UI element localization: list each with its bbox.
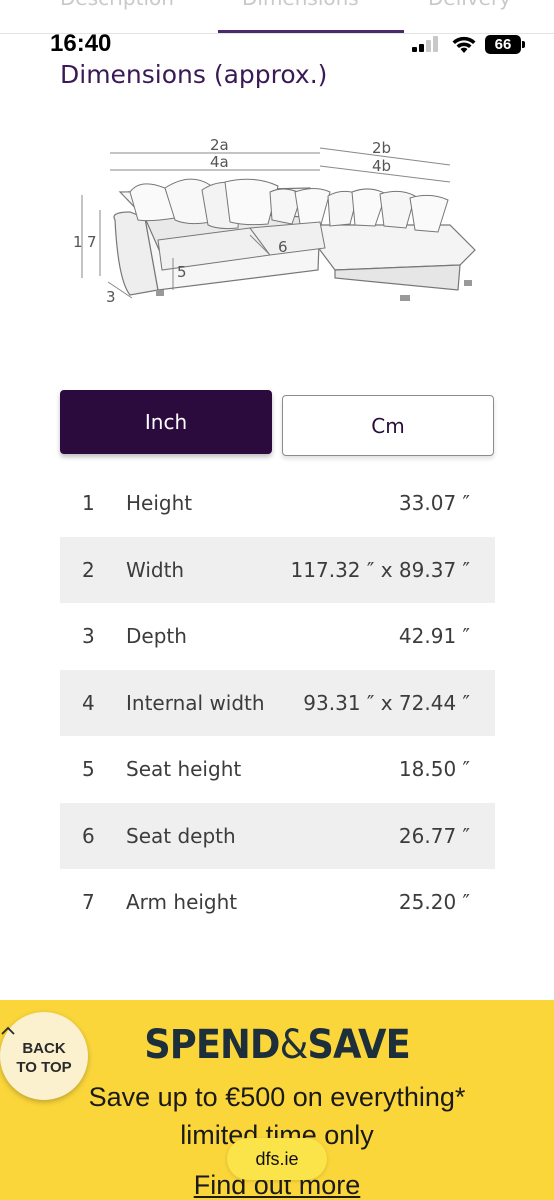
row-label: Height: [126, 491, 193, 516]
row-number: 7: [82, 890, 95, 915]
tab-description[interactable]: Description: [60, 0, 174, 10]
status-time: 16:40: [50, 30, 112, 57]
promo-headline: SPEND&SAVE: [22, 1022, 532, 1068]
back-to-top-line1: BACK: [22, 1040, 66, 1057]
row-label: Seat depth: [126, 823, 236, 848]
row-label: Seat height: [126, 757, 242, 782]
diagram-label-5: 5: [177, 263, 187, 281]
battery-icon: 66: [485, 35, 521, 54]
promo-headline-save: SAVE: [307, 1022, 410, 1068]
sofa-dimensions-diagram: 2a 4a 2b 4b 1 7 6 5 3: [73, 136, 476, 306]
back-to-top-button[interactable]: BACK TO TOP: [0, 1012, 88, 1100]
dimensions-title: Dimensions (approx.): [60, 60, 328, 89]
table-row: 4 Internal width 93.31 ″ x 72.44 ″: [60, 669, 495, 736]
battery-nub: [522, 41, 525, 48]
diagram-label-2b: 2b: [372, 139, 391, 157]
row-label: Width: [126, 557, 185, 582]
row-number: 1: [82, 491, 95, 516]
row-label: Arm height: [126, 890, 238, 915]
table-row: 3 Depth 42.91 ″: [60, 603, 495, 670]
row-value: 93.31 ″ x 72.44 ″: [303, 690, 470, 715]
diagram-label-4b: 4b: [372, 157, 391, 175]
row-number: 2: [82, 557, 95, 582]
row-value: 26.77 ″: [398, 823, 470, 848]
unit-cm-button[interactable]: Cm: [282, 395, 494, 456]
diagram-label-3: 3: [106, 288, 116, 306]
tab-dimensions[interactable]: Dimensions: [242, 0, 359, 10]
diagram-label-6: 6: [278, 238, 288, 256]
row-number: 5: [82, 757, 95, 782]
dimensions-table: 1 Height 33.07 ″ 2 Width 117.32 ″ x 89.3…: [60, 470, 495, 936]
diagram-label-4a: 4a: [210, 153, 229, 171]
row-value: 117.32 ″ x 89.37 ″: [290, 557, 470, 582]
table-row: 7 Arm height 25.20 ″: [60, 869, 495, 936]
row-value: 42.91 ″: [398, 624, 470, 649]
cellular-signal-icon: [412, 36, 442, 52]
row-value: 25.20 ″: [398, 890, 470, 915]
back-to-top-line2: TO TOP: [16, 1059, 72, 1076]
table-row: 6 Seat depth 26.77 ″: [60, 802, 495, 869]
row-value: 33.07 ″: [398, 491, 470, 516]
wifi-icon: [452, 36, 476, 53]
diagram-label-7: 7: [87, 233, 97, 251]
tab-delivery[interactable]: Delivery: [428, 0, 511, 10]
unit-inch-button[interactable]: Inch: [60, 390, 272, 454]
row-number: 4: [82, 690, 95, 715]
diagram-label-1: 1: [73, 233, 83, 251]
table-row: 5 Seat height 18.50 ″: [60, 736, 495, 803]
table-row: 2 Width 117.32 ″ x 89.37 ″: [60, 536, 495, 603]
product-tabs: Description Dimensions Delivery: [0, 0, 554, 34]
row-number: 6: [82, 823, 95, 848]
row-label: Depth: [126, 624, 187, 649]
row-number: 3: [82, 624, 95, 649]
row-label: Internal width: [126, 690, 265, 715]
diagram-label-2a: 2a: [210, 136, 229, 154]
table-row: 1 Height 33.07 ″: [60, 470, 495, 537]
row-value: 18.50 ″: [398, 757, 470, 782]
promo-headline-spend: SPEND: [144, 1022, 280, 1068]
promo-subtext: Save up to €500 on everything*: [88, 1082, 466, 1112]
chevron-up-icon: [1, 1026, 15, 1035]
browser-url-pill[interactable]: dfs.ie: [227, 1138, 327, 1180]
promo-headline-ampersand: &: [279, 1022, 309, 1068]
